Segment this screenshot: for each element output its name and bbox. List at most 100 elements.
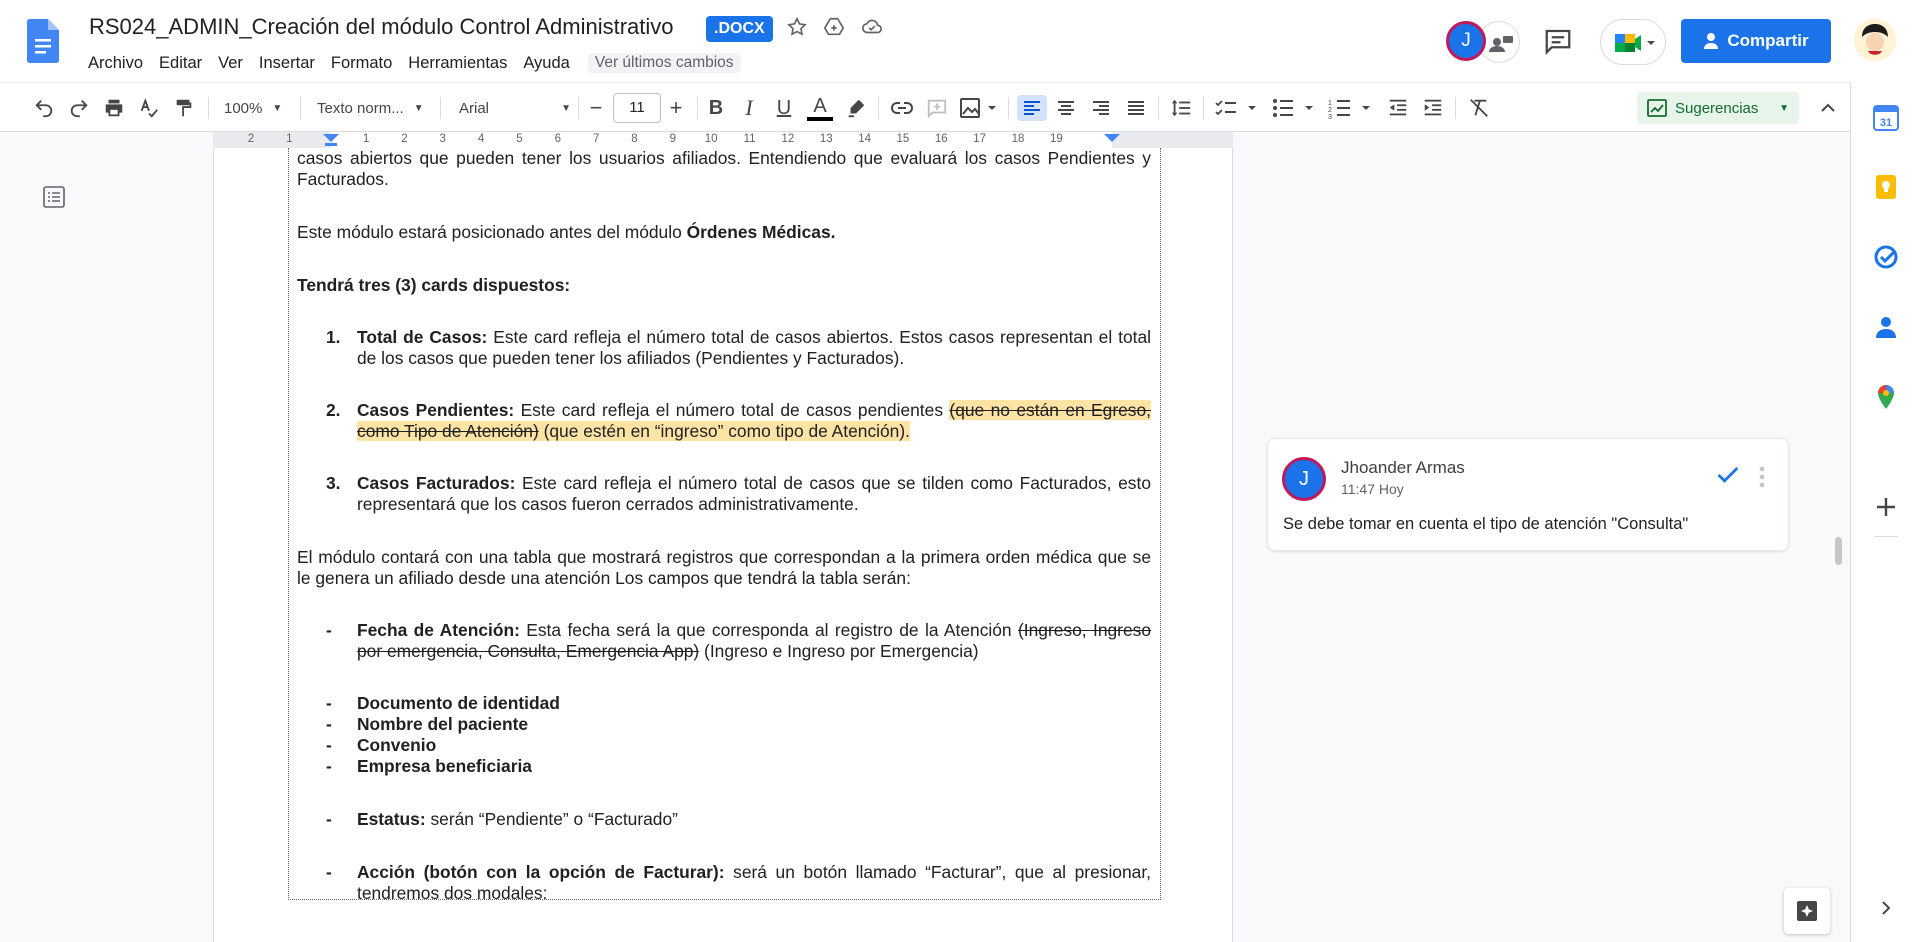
- ruler-tick-label: 4: [477, 133, 485, 145]
- print-icon[interactable]: [100, 95, 128, 121]
- last-edit-link[interactable]: Ver últimos cambios: [587, 53, 741, 73]
- keep-icon[interactable]: [1873, 174, 1899, 200]
- font-select[interactable]: Arial ▼: [459, 95, 571, 121]
- list-item: 1. Total de Casos: Este card refleja el …: [297, 327, 1151, 369]
- checklist-icon[interactable]: [1213, 95, 1263, 121]
- paragraph-position: Este módulo estará posicionado antes del…: [297, 222, 1151, 243]
- comment-history-icon[interactable]: [1543, 26, 1573, 56]
- undo-icon[interactable]: [30, 95, 58, 121]
- suggested-insertion[interactable]: (Ingreso e Ingreso por Emergencia): [699, 641, 979, 661]
- menu-ver[interactable]: Ver: [210, 50, 251, 76]
- explore-button[interactable]: [1784, 888, 1830, 934]
- account-avatar[interactable]: [1854, 19, 1896, 61]
- ruler-right-margin: [1112, 132, 1233, 148]
- menu-herramientas[interactable]: Herramientas: [400, 50, 515, 76]
- scrollbar-thumb[interactable]: [1835, 537, 1842, 565]
- add-icon[interactable]: [1873, 494, 1899, 520]
- document-title[interactable]: RS024_ADMIN_Creación del módulo Control …: [89, 14, 674, 40]
- menu-formato[interactable]: Formato: [323, 50, 400, 76]
- decrease-indent-icon[interactable]: [1384, 95, 1412, 121]
- meet-button[interactable]: [1600, 19, 1666, 65]
- image-icon[interactable]: [958, 95, 1000, 121]
- redo-icon[interactable]: [65, 95, 93, 121]
- ruler-tick-label: 7: [592, 133, 600, 145]
- suggested-insertion[interactable]: (que estén en “ingreso” como tipo de Ate…: [538, 421, 910, 441]
- resolve-check-icon[interactable]: [1714, 461, 1742, 489]
- link-icon[interactable]: [888, 95, 916, 121]
- field-title: Nombre del paciente: [357, 714, 529, 734]
- zoom-select[interactable]: 100% ▼: [224, 95, 290, 121]
- ruler-tick-label: 19: [1049, 133, 1063, 145]
- font-size-input[interactable]: 11: [613, 93, 661, 123]
- list-item: 2. Casos Pendientes: Este card refleja e…: [297, 400, 1151, 442]
- increase-indent-icon[interactable]: [1419, 95, 1447, 121]
- style-select[interactable]: Texto norm... ▼: [317, 95, 431, 121]
- comment-avatar: J: [1282, 457, 1326, 501]
- highlighter-icon[interactable]: [843, 95, 869, 121]
- bold-button[interactable]: B: [703, 95, 729, 121]
- comment-card[interactable]: J Jhoander Armas 11:47 Hoy Se debe tomar…: [1267, 438, 1789, 551]
- add-comment-icon[interactable]: [923, 95, 951, 121]
- bullet-list-icon[interactable]: [1270, 95, 1320, 121]
- comment-text: Se debe tomar en cuenta el tipo de atenc…: [1283, 515, 1689, 533]
- zoom-value: 100%: [224, 99, 263, 117]
- tasks-icon[interactable]: [1873, 244, 1899, 270]
- ruler-tick-label: 2: [247, 133, 255, 145]
- mode-label: Sugerencias: [1675, 99, 1759, 117]
- calendar-icon[interactable]: 31: [1873, 105, 1899, 131]
- menu-insertar[interactable]: Insertar: [251, 50, 323, 76]
- menu-editar[interactable]: Editar: [151, 50, 210, 76]
- text-color-button[interactable]: A: [805, 95, 835, 121]
- justify-icon[interactable]: [1122, 95, 1150, 121]
- align-right-icon[interactable]: [1087, 95, 1115, 121]
- collapse-menus-icon[interactable]: [1815, 95, 1841, 121]
- align-left-icon[interactable]: [1017, 95, 1047, 121]
- outline-icon[interactable]: [42, 185, 66, 209]
- right-indent-marker-icon[interactable]: [1104, 134, 1120, 144]
- svg-text:2: 2: [1328, 107, 1332, 114]
- suggest-edit-icon: [1647, 99, 1667, 117]
- decrease-font-size-button[interactable]: −: [584, 95, 608, 121]
- numbered-list-icon[interactable]: 123: [1327, 95, 1377, 121]
- field-item: - Acción (botón con la opción de Factura…: [297, 862, 1151, 904]
- star-icon[interactable]: [785, 16, 809, 40]
- clear-format-icon[interactable]: [1465, 95, 1493, 121]
- line-spacing-icon[interactable]: [1167, 95, 1195, 121]
- paint-format-icon[interactable]: [170, 95, 198, 121]
- field-item: - Nombre del paciente: [297, 714, 1151, 735]
- chevron-down-icon: ▼: [561, 102, 571, 114]
- menu-bar: Archivo Editar Ver Insertar Formato Herr…: [80, 50, 741, 76]
- svg-text:3: 3: [1328, 114, 1332, 119]
- menu-archivo[interactable]: Archivo: [80, 50, 151, 76]
- spellcheck-icon[interactable]: [135, 95, 163, 121]
- field-title: Acción (botón con la opción de Facturar)…: [357, 862, 725, 882]
- chevron-down-icon: ▼: [272, 102, 283, 114]
- field-title: Fecha de Atención:: [357, 620, 520, 640]
- align-center-icon[interactable]: [1052, 95, 1080, 121]
- italic-button[interactable]: I: [736, 95, 762, 121]
- move-to-drive-icon[interactable]: [822, 16, 846, 40]
- chevron-right-icon[interactable]: [1876, 896, 1896, 920]
- maps-icon[interactable]: [1873, 384, 1899, 410]
- ruler-tick-label: 1: [286, 133, 293, 145]
- suggestion-mode-select[interactable]: Sugerencias ▼: [1637, 92, 1799, 124]
- list-item-title: Total de Casos:: [357, 327, 488, 347]
- list-marker: -: [326, 714, 332, 734]
- document-body[interactable]: casos abiertos que pueden tener los usua…: [297, 148, 1151, 904]
- docs-logo-icon[interactable]: [27, 19, 59, 63]
- ruler-tick-label: 5: [516, 133, 523, 145]
- ruler-tick-label: 18: [1011, 133, 1025, 145]
- menu-ayuda[interactable]: Ayuda: [515, 50, 578, 76]
- more-options-icon[interactable]: [1758, 465, 1766, 489]
- list-marker: 1.: [326, 327, 341, 347]
- collaborator-avatar[interactable]: J: [1446, 21, 1486, 61]
- ruler-left-margin: [213, 132, 331, 148]
- left-indent-marker-icon[interactable]: [323, 134, 339, 146]
- underline-button[interactable]: U: [771, 95, 797, 121]
- list-marker: -: [326, 693, 332, 713]
- share-button[interactable]: Compartir: [1681, 19, 1831, 63]
- contacts-icon[interactable]: [1873, 314, 1899, 340]
- text-color-swatch: [807, 116, 833, 121]
- cloud-status-icon[interactable]: [860, 16, 884, 40]
- increase-font-size-button[interactable]: +: [664, 95, 688, 121]
